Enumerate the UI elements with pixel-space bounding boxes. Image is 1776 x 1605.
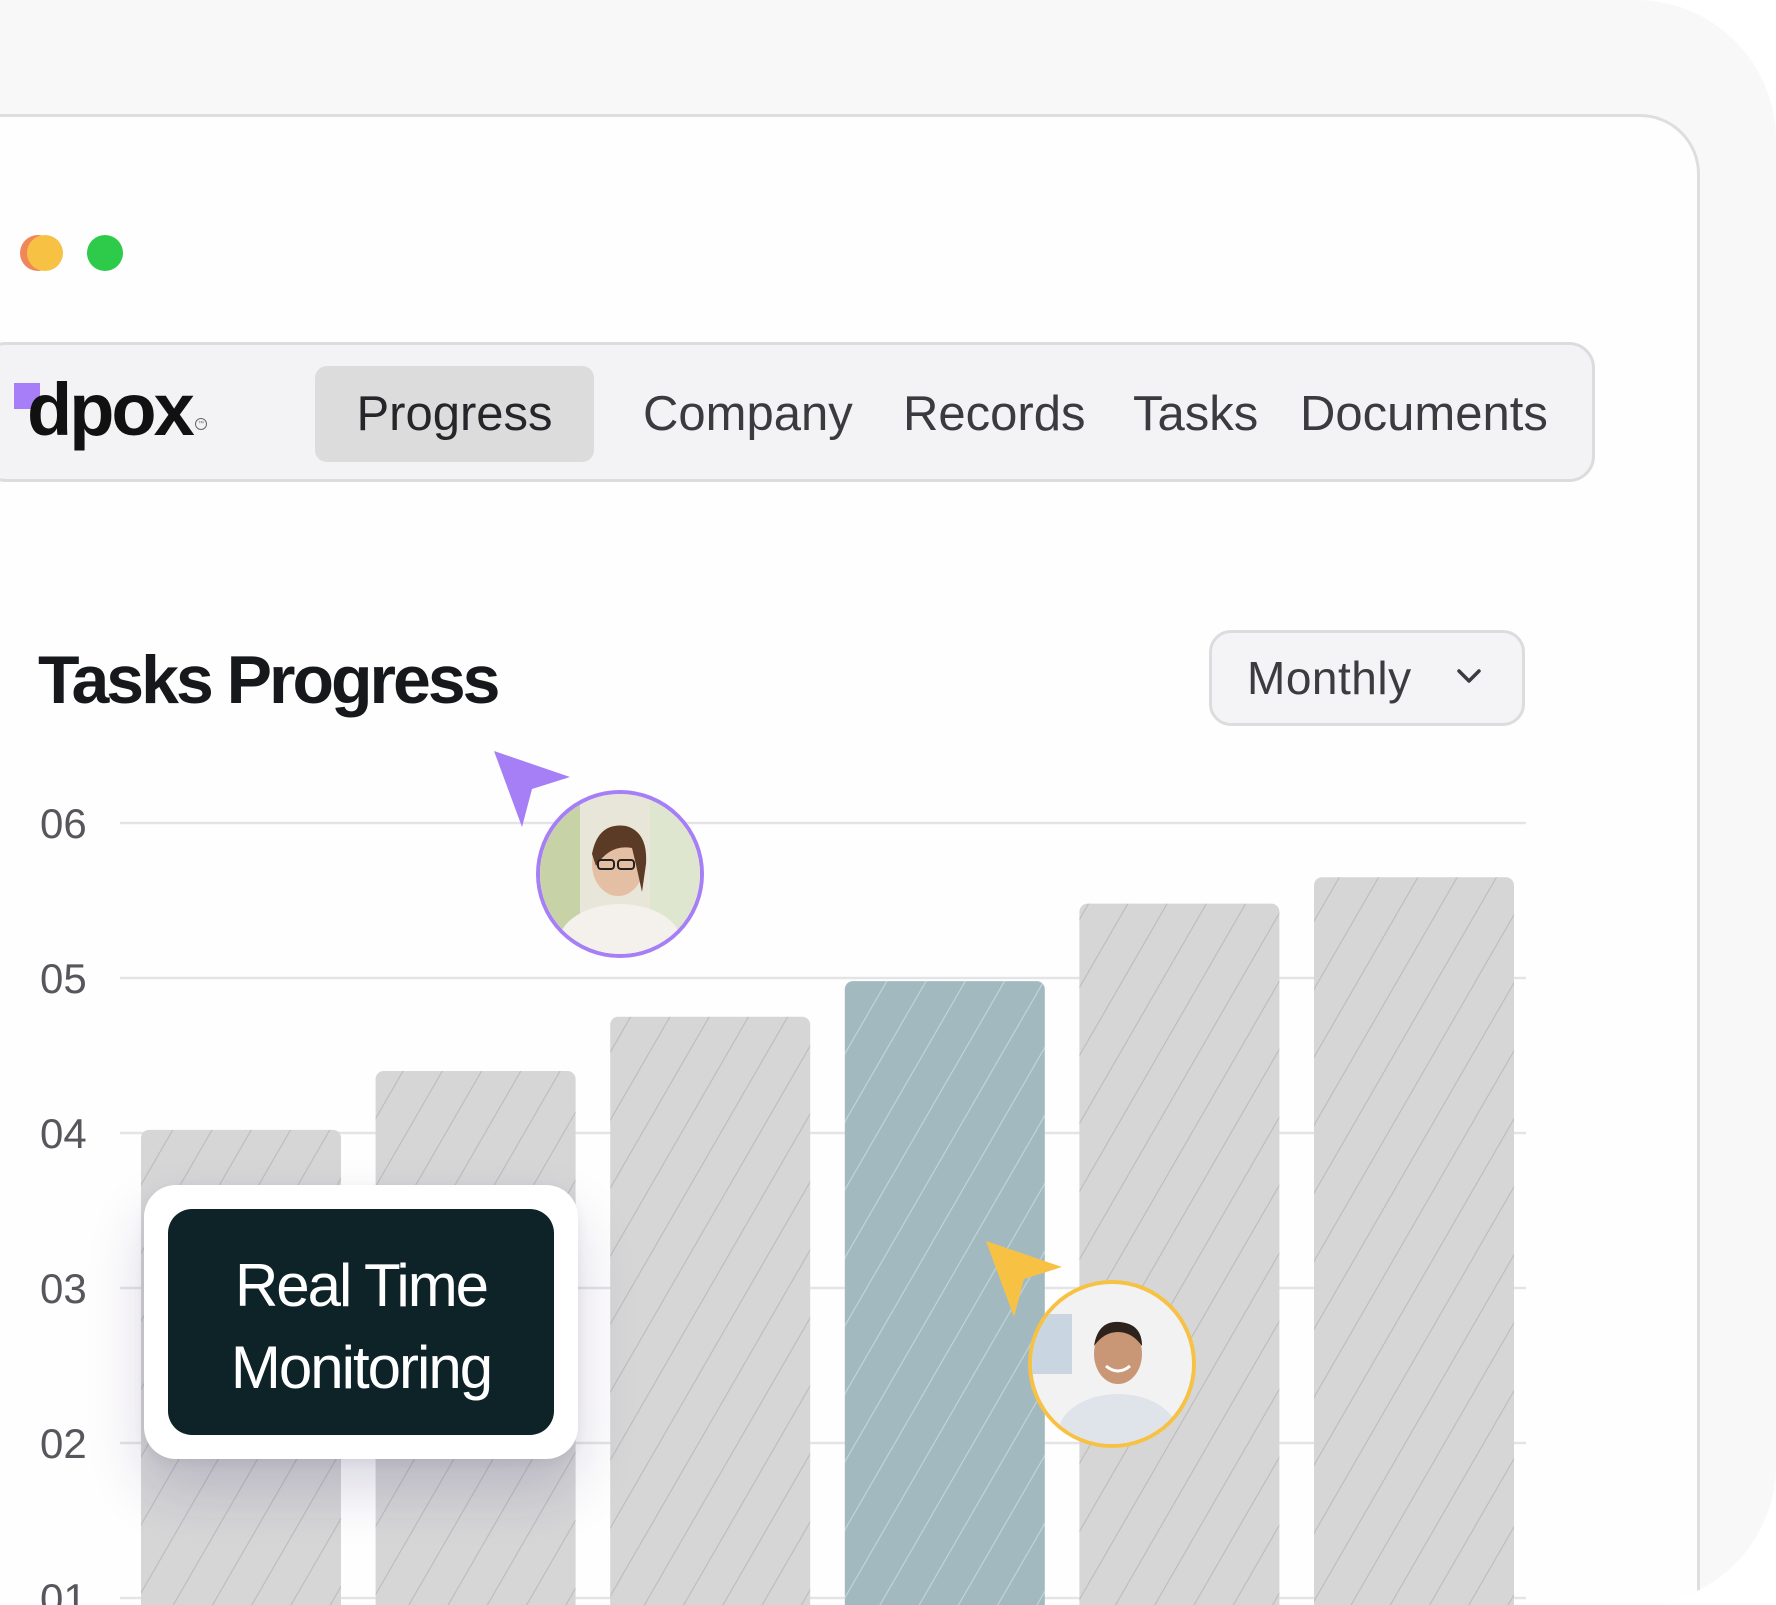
real-time-monitoring-card: Real Time Monitoring bbox=[144, 1185, 578, 1459]
chart-bar[interactable] bbox=[1314, 877, 1514, 1605]
y-tick-label: 05 bbox=[40, 955, 87, 1002]
smiling-man-avatar[interactable] bbox=[1028, 1280, 1196, 1448]
chart-bar[interactable] bbox=[610, 1016, 811, 1605]
chart-bar[interactable] bbox=[1079, 903, 1280, 1605]
y-tick-label: 03 bbox=[40, 1265, 87, 1312]
badge-line-2: Monitoring bbox=[230, 1334, 493, 1401]
y-tick-label: 06 bbox=[40, 800, 87, 847]
y-tick-label: 02 bbox=[40, 1420, 87, 1467]
y-tick-label: 01 bbox=[40, 1575, 87, 1605]
badge-line-1: Real Time bbox=[234, 1252, 489, 1319]
real-time-monitoring-badge: Real Time Monitoring bbox=[168, 1209, 554, 1435]
y-tick-label: 04 bbox=[40, 1110, 87, 1157]
woman-with-glasses-avatar[interactable] bbox=[536, 790, 704, 958]
screen-background: dpox ™ Progress Company Records Tasks Do… bbox=[0, 0, 1776, 1605]
